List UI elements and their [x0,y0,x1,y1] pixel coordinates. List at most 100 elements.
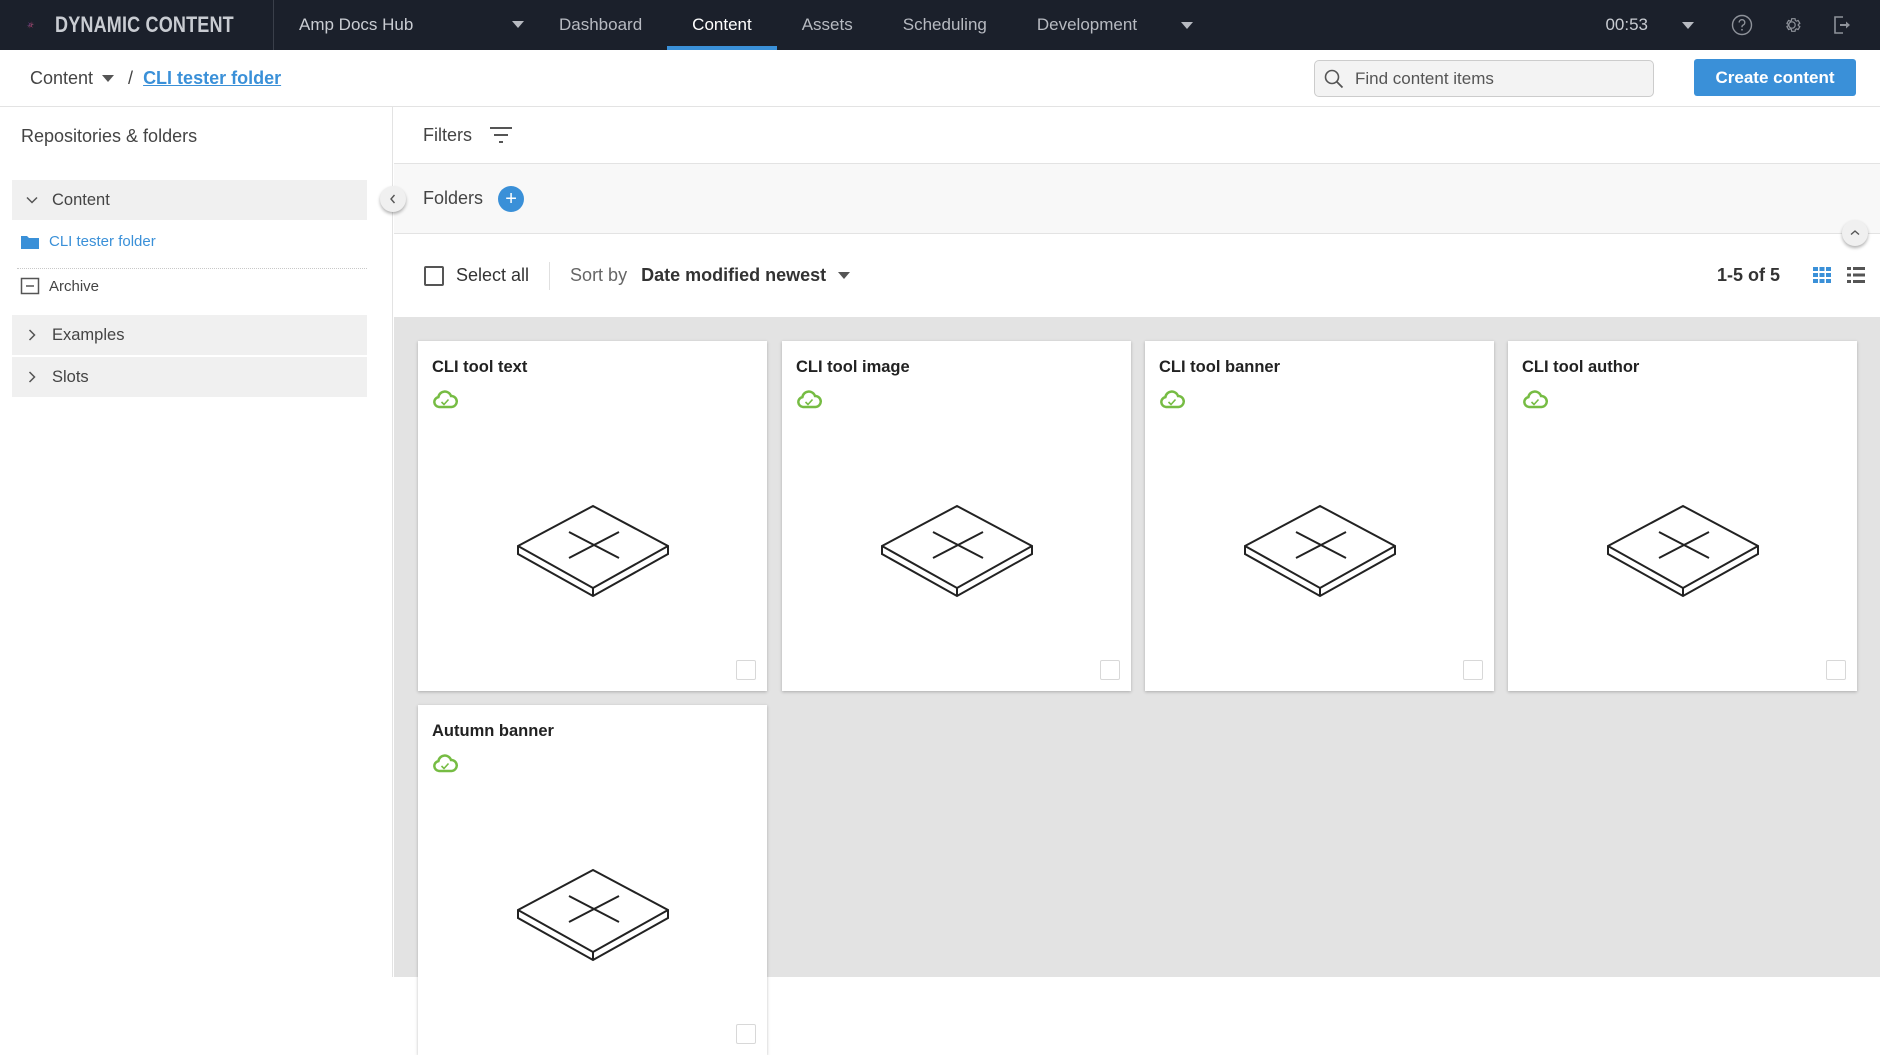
pagination-count: 1-5 of 5 [1716,265,1780,285]
filters-bar[interactable]: Filters [394,107,1880,164]
placeholder-thumbnail-icon [877,501,1037,606]
nav-more-button[interactable] [1162,0,1212,50]
published-cloud-icon [1522,389,1548,416]
repo-label: Content [52,190,110,209]
add-folder-button[interactable]: + [498,185,525,212]
select-all-label: Select all [456,265,530,285]
chevron-down-icon[interactable] [838,272,851,279]
sort-dropdown[interactable]: Date modified newest [641,265,826,286]
chevron-down-icon [24,196,40,204]
tab-dashboard[interactable]: Dashboard [534,0,667,50]
breadcrumb-separator: / [128,67,134,88]
content-card[interactable]: Autumn banner [418,705,767,1055]
chevron-down-icon [512,21,524,28]
breadcrumb-current[interactable]: CLI tester folder [143,68,281,89]
content-card[interactable]: CLI tool author [1508,341,1857,691]
hub-name: Amp Docs Hub [299,15,414,34]
sort-label: Sort by [570,265,628,285]
user-menu-chevron-icon[interactable] [1682,21,1694,29]
folder-icon [21,235,39,249]
tab-scheduling[interactable]: Scheduling [878,0,1012,50]
repo-examples[interactable]: Examples [12,315,367,355]
create-content-button[interactable]: Create content [1694,59,1856,96]
placeholder-thumbnail-icon [1603,501,1763,606]
content-grid: CLI tool text CLI tool image CLI tool ba… [394,317,1880,1055]
card-checkbox[interactable] [1463,660,1483,680]
search-input[interactable] [1355,68,1635,89]
folders-bar: Folders + [394,164,1880,234]
tab-label: Content [692,15,752,34]
chevron-up-icon [1850,230,1860,236]
card-checkbox[interactable] [1100,660,1120,680]
published-cloud-icon [432,753,458,780]
divider [17,268,367,269]
divider [549,261,551,290]
logo-icon [26,21,35,29]
chevron-right-icon [24,371,40,383]
placeholder-thumbnail-icon [513,501,673,606]
collapse-folders-button[interactable] [1842,220,1868,246]
chevron-right-icon [24,329,40,341]
repo-content[interactable]: Content [12,180,367,220]
select-all[interactable]: Select all [424,265,529,286]
placeholder-thumbnail-icon [1240,501,1400,606]
card-title: CLI tool text [432,358,528,376]
archive-item[interactable]: Archive [20,277,99,295]
content-card[interactable]: CLI tool text [418,341,767,691]
folder-label: CLI tester folder [49,233,156,250]
select-all-checkbox[interactable] [424,265,444,286]
card-title: CLI tool image [796,358,910,376]
repo-label: Slots [52,367,89,386]
sidebar: Repositories & folders Content CLI teste… [0,107,393,977]
repo-label: Examples [52,325,125,344]
tab-development[interactable]: Development [1012,0,1162,50]
filters-label: Filters [423,124,472,145]
logo[interactable]: DYNAMIC CONTENT [0,0,274,50]
card-checkbox[interactable] [736,1024,756,1044]
folder-cli-tester[interactable]: CLI tester folder [20,233,156,250]
placeholder-thumbnail-icon [513,865,673,970]
chevron-left-icon [390,194,396,204]
archive-icon [20,277,40,295]
archive-label: Archive [49,277,100,295]
filter-icon[interactable] [489,126,513,144]
help-circle-icon[interactable] [1730,13,1754,37]
grid-view-icon[interactable] [1812,265,1832,290]
hub-selector[interactable]: Amp Docs Hub [274,0,534,50]
sidebar-title: Repositories & folders [21,126,198,146]
collapse-sidebar-button[interactable] [380,186,406,212]
card-title: Autumn banner [432,722,554,740]
tab-label: Assets [801,15,853,34]
published-cloud-icon [1159,389,1185,416]
repo-slots[interactable]: Slots [12,357,367,397]
list-view-icon[interactable] [1846,265,1866,290]
published-cloud-icon [796,389,822,416]
search-icon [1324,69,1344,88]
tab-assets[interactable]: Assets [777,0,878,50]
folders-label: Folders [423,188,484,208]
content-card[interactable]: CLI tool banner [1145,341,1494,691]
breadcrumb-root-label: Content [30,67,94,88]
content-card[interactable]: CLI tool image [782,341,1131,691]
sub-header: Content / CLI tester folder Create conte… [0,50,1880,107]
card-checkbox[interactable] [1826,660,1846,680]
search-box [1314,60,1654,97]
plus-icon: + [505,187,517,210]
card-title: CLI tool author [1522,358,1640,376]
main-nav: Dashboard Content Assets Scheduling Deve… [534,0,1212,50]
chevron-down-icon [102,74,115,82]
tab-content[interactable]: Content [667,0,777,50]
breadcrumb-root[interactable]: Content [30,67,115,89]
brand-name: DYNAMIC CONTENT [54,12,234,37]
card-checkbox[interactable] [736,660,756,680]
logout-icon[interactable] [1830,13,1854,37]
tab-label: Dashboard [559,15,643,34]
published-cloud-icon [432,389,458,416]
list-toolbar: Select all Sort by Date modified newest … [394,234,1880,317]
top-navbar: DYNAMIC CONTENT Amp Docs Hub Dashboard C… [0,0,1880,50]
session-time: 00:53 [1605,15,1648,34]
tab-label: Development [1036,15,1138,34]
card-title: CLI tool banner [1159,358,1280,376]
gear-icon[interactable] [1780,13,1804,37]
chevron-down-icon [1181,21,1194,29]
